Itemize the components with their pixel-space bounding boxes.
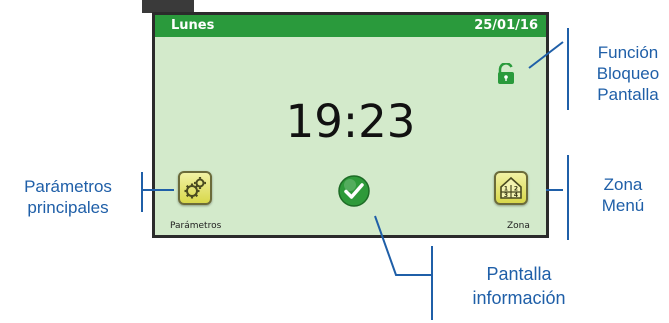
callout-lock-line2: Bloqueo — [596, 64, 660, 83]
callout-info-line1: Pantalla — [486, 264, 552, 284]
callout-params-line1: Parámetros — [24, 177, 112, 196]
callout-zone-line2: Menú — [601, 196, 645, 215]
callout-main-parameters: Parámetros principales — [2, 176, 134, 218]
callout-zone-line1: Zona — [603, 175, 643, 194]
callout-params-line2: principales — [27, 198, 109, 217]
callout-info-line2: información — [472, 288, 566, 308]
callout-info-screen: Pantalla información — [454, 262, 584, 310]
callout-lock-function: Función Bloqueo Pantalla — [588, 42, 668, 105]
callout-zone-menu: Zona Menú — [588, 174, 658, 216]
callout-lock-line1: Función — [597, 43, 659, 62]
callout-lock-line3: Pantalla — [597, 85, 659, 104]
